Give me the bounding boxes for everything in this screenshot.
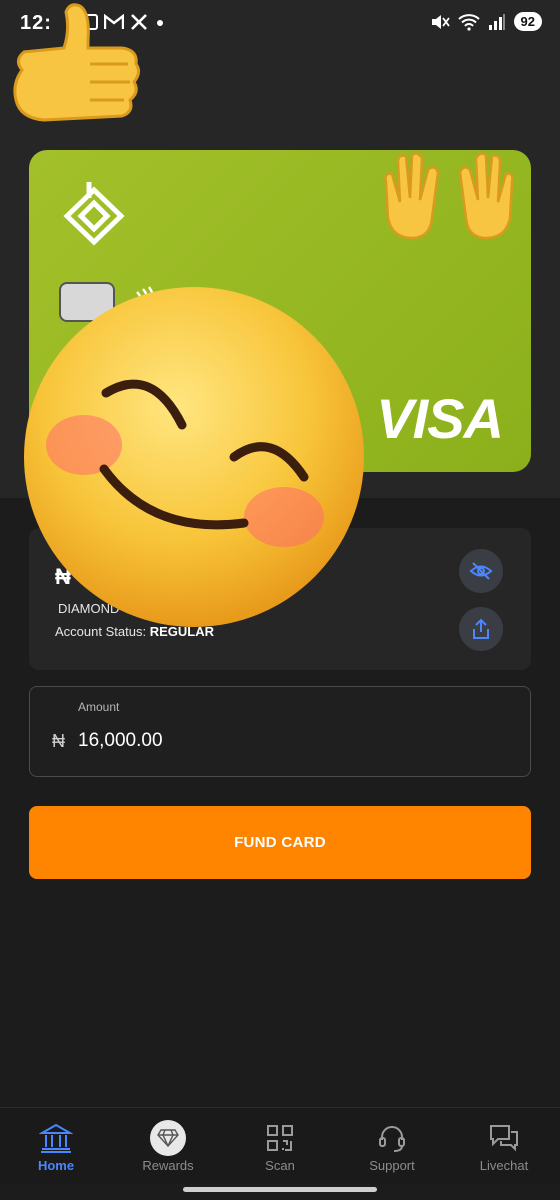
smiling-face-emoji bbox=[24, 287, 364, 627]
hide-balance-button[interactable] bbox=[459, 549, 503, 593]
chat-bubbles-icon bbox=[490, 1125, 518, 1152]
wifi-icon bbox=[457, 13, 480, 31]
battery-indicator: 92 bbox=[513, 12, 542, 31]
amount-field[interactable]: Amount ₦ 16,000.00 bbox=[29, 686, 531, 777]
gesture-bar[interactable] bbox=[183, 1187, 377, 1192]
share-button[interactable] bbox=[459, 607, 503, 651]
bottom-nav: Home Rewards Scan Support Livechat bbox=[0, 1107, 560, 1184]
nav-label-livechat: Livechat bbox=[479, 1158, 529, 1173]
nav-label-home: Home bbox=[37, 1158, 75, 1173]
headset-icon bbox=[379, 1126, 405, 1152]
eye-off-icon bbox=[469, 562, 493, 580]
mute-icon bbox=[431, 14, 450, 29]
thumbs-up-emoji bbox=[13, 3, 141, 122]
bank-logo-icon bbox=[63, 182, 125, 246]
nav-label-rewards: Rewards bbox=[142, 1158, 194, 1173]
more-notifications-dot bbox=[157, 20, 163, 26]
signal-icon bbox=[488, 13, 505, 30]
bank-icon bbox=[39, 1123, 73, 1153]
visa-logo: VISA bbox=[376, 387, 504, 450]
fund-card-button[interactable]: FUND CARD bbox=[29, 806, 531, 879]
nav-livechat[interactable]: Livechat bbox=[448, 1108, 560, 1185]
nav-rewards[interactable]: Rewards bbox=[112, 1108, 224, 1185]
nav-scan[interactable]: Scan bbox=[224, 1108, 336, 1185]
amount-currency-symbol: ₦ bbox=[52, 731, 65, 751]
nav-support[interactable]: Support bbox=[336, 1108, 448, 1185]
system-icons: 92 bbox=[430, 12, 542, 31]
share-icon bbox=[473, 618, 489, 639]
nav-label-support: Support bbox=[369, 1158, 415, 1173]
diamond-icon bbox=[157, 1129, 179, 1147]
amount-input[interactable]: 16,000.00 bbox=[78, 730, 163, 752]
qr-code-icon bbox=[267, 1125, 293, 1151]
nav-label-scan: Scan bbox=[265, 1158, 295, 1173]
nav-home[interactable]: Home bbox=[0, 1108, 112, 1185]
amount-label: Amount bbox=[78, 700, 120, 714]
raising-hands-emoji bbox=[384, 152, 514, 240]
